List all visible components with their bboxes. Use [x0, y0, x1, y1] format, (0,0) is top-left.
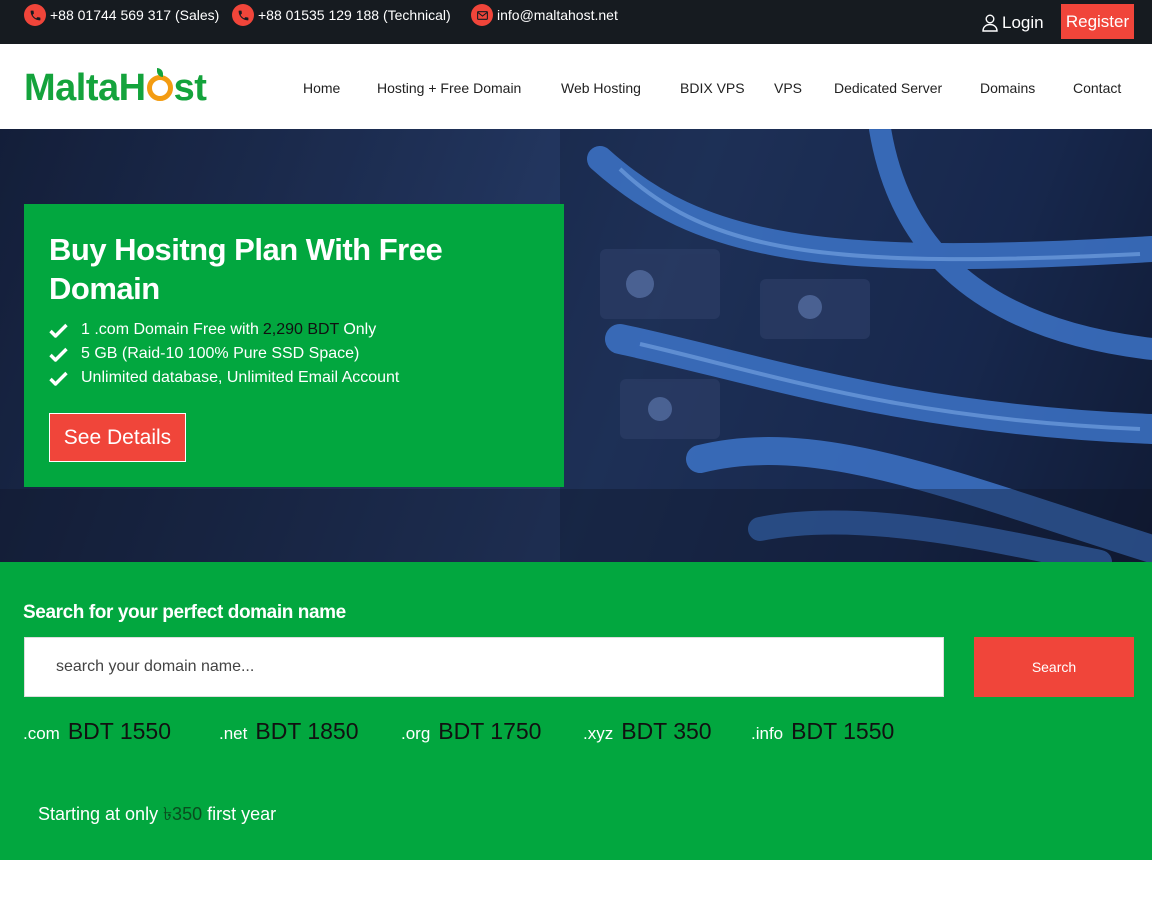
tld-price: BDT 1550: [791, 718, 895, 744]
nav-home[interactable]: Home: [303, 80, 340, 96]
starting-amount: ৳350: [163, 804, 203, 824]
nav-bdix-vps[interactable]: BDIX VPS: [680, 80, 745, 96]
search-button[interactable]: Search: [974, 637, 1134, 697]
hero-title: Buy Hositng Plan With Free Domain: [49, 232, 443, 306]
main-header: MaltaH st Home Hosting + Free Domain Web …: [0, 44, 1152, 129]
check-icon: [49, 347, 68, 362]
check-icon: [49, 371, 68, 386]
tld-price: BDT 1550: [67, 718, 171, 744]
hero-promo-card: Buy Hositng Plan With Free Domain 1 .com…: [24, 204, 564, 487]
nav-dedicated-server[interactable]: Dedicated Server: [834, 80, 942, 96]
top-bar: +88 01744 569 317 (Sales) +88 01535 129 …: [0, 0, 1152, 44]
feature-text: Unlimited database, Unlimited Email Acco…: [81, 369, 400, 386]
tld-price: BDT 1850: [255, 718, 359, 744]
feature-text-suffix: Only: [343, 321, 377, 338]
tld-price-org: .org BDT 1750: [401, 718, 541, 748]
tld-extension: .xyz: [583, 724, 614, 743]
phone-icon: [232, 4, 254, 26]
nav-contact[interactable]: Contact: [1073, 80, 1121, 96]
email-text: info@maltahost.net: [497, 7, 618, 23]
starting-suffix: first year: [207, 804, 277, 824]
check-icon: [49, 323, 68, 338]
feature-item-database: Unlimited database, Unlimited Email Acco…: [49, 367, 399, 389]
nav-web-hosting[interactable]: Web Hosting: [561, 80, 641, 96]
tld-price: BDT 350: [621, 718, 712, 744]
domain-search-title: Search for your perfect domain name: [23, 602, 346, 623]
user-icon: [982, 14, 998, 32]
feature-item-storage: 5 GB (Raid-10 100% Pure SSD Space): [49, 343, 359, 365]
tld-extension: .org: [401, 724, 431, 743]
domain-search-section: Search for your perfect domain name Sear…: [0, 562, 1152, 860]
logo-text-part3: st: [173, 67, 207, 109]
tld-price-net: .net BDT 1850: [219, 718, 359, 748]
logo-text-part2: H: [118, 67, 146, 109]
register-button[interactable]: Register: [1061, 4, 1134, 39]
tech-phone-text: +88 01535 129 188 (Technical): [258, 7, 451, 23]
logo-text-part1: Malta: [24, 67, 119, 109]
tld-price-xyz: .xyz BDT 350: [583, 718, 712, 748]
login-link[interactable]: Login: [982, 11, 1044, 35]
feature-text: 5 GB (Raid-10 100% Pure SSD Space): [81, 345, 360, 362]
tld-extension: .info: [751, 724, 784, 743]
see-details-button[interactable]: See Details: [49, 413, 186, 462]
mail-icon: [471, 4, 493, 26]
starting-price-text: Starting at only ৳350 first year: [38, 800, 276, 831]
hero-banner: Buy Hositng Plan With Free Domain 1 .com…: [0, 129, 1152, 562]
login-label: Login: [1002, 13, 1044, 32]
tld-price-com: .com BDT 1550: [23, 718, 171, 748]
sales-phone-link[interactable]: +88 01744 569 317 (Sales): [24, 4, 219, 26]
tld-extension: .net: [219, 724, 248, 743]
feature-text: 1 .com Domain Free with: [81, 321, 259, 338]
tld-extension: .com: [23, 724, 60, 743]
feature-item-domain: 1 .com Domain Free with 2,290 BDT Only: [49, 319, 376, 341]
logo-orange-icon: [146, 68, 173, 101]
tld-price: BDT 1750: [438, 718, 542, 744]
starting-prefix: Starting at only: [38, 804, 159, 824]
feature-price: 2,290 BDT: [262, 321, 340, 338]
domain-search-input[interactable]: [24, 637, 944, 697]
nav-domains[interactable]: Domains: [980, 80, 1035, 96]
tld-price-info: .info BDT 1550: [751, 718, 894, 748]
tech-phone-link[interactable]: +88 01535 129 188 (Technical): [232, 4, 451, 26]
sales-phone-text: +88 01744 569 317 (Sales): [50, 7, 220, 23]
nav-hosting-free-domain[interactable]: Hosting + Free Domain: [377, 80, 521, 96]
logo[interactable]: MaltaH st: [24, 66, 207, 110]
email-link[interactable]: info@maltahost.net: [471, 4, 618, 26]
nav-vps[interactable]: VPS: [774, 80, 802, 96]
phone-icon: [24, 4, 46, 26]
